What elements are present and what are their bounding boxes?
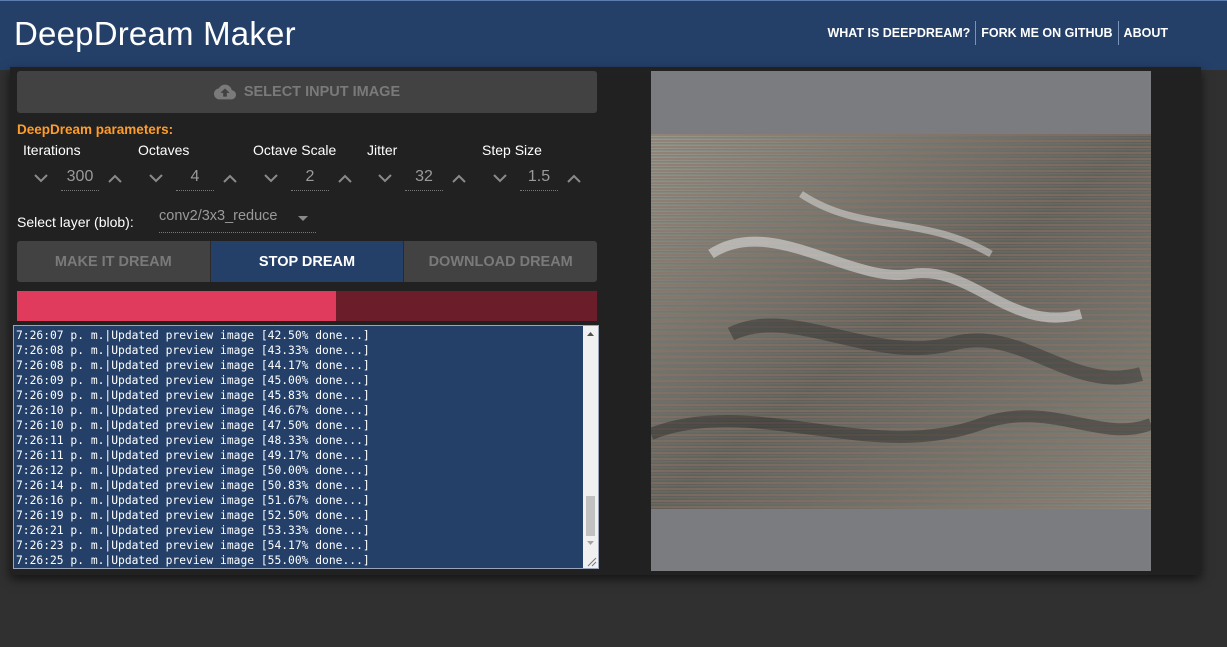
scroll-up-arrow-icon[interactable]: [583, 327, 598, 341]
log-line: 7:26:19 p. m.|Updated preview image [52.…: [16, 509, 370, 522]
param-label: Jitter: [367, 142, 398, 158]
octave-scale-value[interactable]: 2: [291, 166, 329, 191]
log-line: 7:26:10 p. m.|Updated preview image [47.…: [16, 419, 370, 432]
log-lines: 7:26:07 p. m.|Updated preview image [42.…: [16, 328, 581, 568]
octaves-value[interactable]: 4: [176, 166, 214, 191]
iterations-stepper: 300: [17, 166, 132, 192]
jitter-stepper: 32: [361, 166, 476, 192]
log-line: 7:26:09 p. m.|Updated preview image [45.…: [16, 389, 370, 402]
params-title: DeepDream parameters:: [17, 122, 174, 137]
param-label: Step Size: [482, 142, 542, 158]
octaves-stepper: 4: [132, 166, 247, 192]
log-scrollbar[interactable]: [583, 326, 598, 568]
nav-fork-on-github[interactable]: FORK ME ON GITHUB: [975, 21, 1117, 45]
log-line: 7:26:14 p. m.|Updated preview image [50.…: [16, 479, 370, 492]
param-octaves: Octaves 4: [132, 140, 247, 200]
log-line: 7:26:11 p. m.|Updated preview image [49.…: [16, 449, 370, 462]
progress-fill: [17, 291, 336, 321]
log-line: 7:26:08 p. m.|Updated preview image [43.…: [16, 344, 370, 357]
app-title: DeepDream Maker: [14, 15, 296, 52]
top-nav: WHAT IS DEEPDREAM? FORK ME ON GITHUB ABO…: [822, 21, 1173, 45]
log-line: 7:26:11 p. m.|Updated preview image [48.…: [16, 434, 370, 447]
layer-select[interactable]: conv2/3x3_reduce: [159, 205, 316, 233]
dream-preview-image: [651, 134, 1151, 509]
chevron-down-icon[interactable]: [375, 168, 395, 188]
log-line: 7:26:25 p. m.|Updated preview image [55.…: [16, 554, 370, 567]
chevron-down-icon[interactable]: [146, 168, 166, 188]
chevron-down-icon[interactable]: [261, 168, 281, 188]
resize-grip-icon[interactable]: [583, 553, 598, 568]
cloud-upload-icon: [213, 84, 236, 100]
caret-down-icon: [298, 216, 308, 221]
log-line: 7:26:21 p. m.|Updated preview image [53.…: [16, 524, 370, 537]
param-label: Octaves: [138, 142, 190, 158]
dream-button-group: MAKE IT DREAM STOP DREAM DOWNLOAD DREAM: [17, 241, 598, 282]
app-bar: DeepDream Maker WHAT IS DEEPDREAM? FORK …: [0, 0, 1227, 70]
log-line: 7:26:09 p. m.|Updated preview image [45.…: [16, 374, 370, 387]
log-line: 7:26:10 p. m.|Updated preview image [46.…: [16, 404, 370, 417]
log-line: 7:26:07 p. m.|Updated preview image [42.…: [16, 329, 370, 342]
param-label: Iterations: [23, 142, 81, 158]
log-line: 7:26:23 p. m.|Updated preview image [54.…: [16, 539, 370, 552]
log-content: 7:26:07 p. m.|Updated preview image [42.…: [16, 328, 581, 568]
chevron-up-icon[interactable]: [105, 168, 125, 188]
chevron-up-icon[interactable]: [335, 168, 355, 188]
main-card: SELECT INPUT IMAGE DeepDream parameters:…: [10, 67, 1201, 575]
log-textarea[interactable]: 7:26:07 p. m.|Updated preview image [42.…: [13, 325, 599, 569]
log-line: 7:26:08 p. m.|Updated preview image [44.…: [16, 359, 370, 372]
nav-what-is-deepdream[interactable]: WHAT IS DEEPDREAM?: [822, 21, 975, 45]
octave-scale-stepper: 2: [247, 166, 362, 192]
scrollbar-thumb[interactable]: [586, 496, 595, 536]
param-label: Octave Scale: [253, 142, 337, 158]
select-input-image-button[interactable]: SELECT INPUT IMAGE: [17, 71, 597, 113]
param-iterations: Iterations 300: [17, 140, 132, 200]
stop-dream-button[interactable]: STOP DREAM: [210, 241, 404, 282]
jitter-value[interactable]: 32: [405, 166, 443, 191]
chevron-down-icon[interactable]: [490, 168, 510, 188]
preview-panel: [651, 71, 1151, 571]
nav-about[interactable]: ABOUT: [1117, 21, 1173, 45]
param-jitter: Jitter 32: [361, 140, 476, 200]
select-input-image-label: SELECT INPUT IMAGE: [243, 84, 401, 100]
iterations-value[interactable]: 300: [61, 166, 99, 191]
log-line: 7:26:12 p. m.|Updated preview image [50.…: [16, 464, 370, 477]
download-dream-button[interactable]: DOWNLOAD DREAM: [403, 241, 598, 282]
chevron-up-icon[interactable]: [449, 168, 469, 188]
param-octave-scale: Octave Scale 2: [247, 140, 362, 200]
chevron-up-icon[interactable]: [564, 168, 584, 188]
step-size-value[interactable]: 1.5: [520, 166, 558, 191]
chevron-up-icon[interactable]: [220, 168, 240, 188]
log-line: 7:26:16 p. m.|Updated preview image [51.…: [16, 494, 370, 507]
layer-select-value: conv2/3x3_reduce: [159, 208, 278, 224]
layer-label: Select layer (blob):: [17, 214, 134, 230]
scroll-down-arrow-icon[interactable]: [583, 536, 598, 550]
param-step-size: Step Size 1.5: [476, 140, 591, 200]
make-it-dream-button[interactable]: MAKE IT DREAM: [17, 241, 211, 282]
chevron-down-icon[interactable]: [31, 168, 51, 188]
step-size-stepper: 1.5: [476, 166, 591, 192]
progress-bar: [17, 291, 597, 321]
